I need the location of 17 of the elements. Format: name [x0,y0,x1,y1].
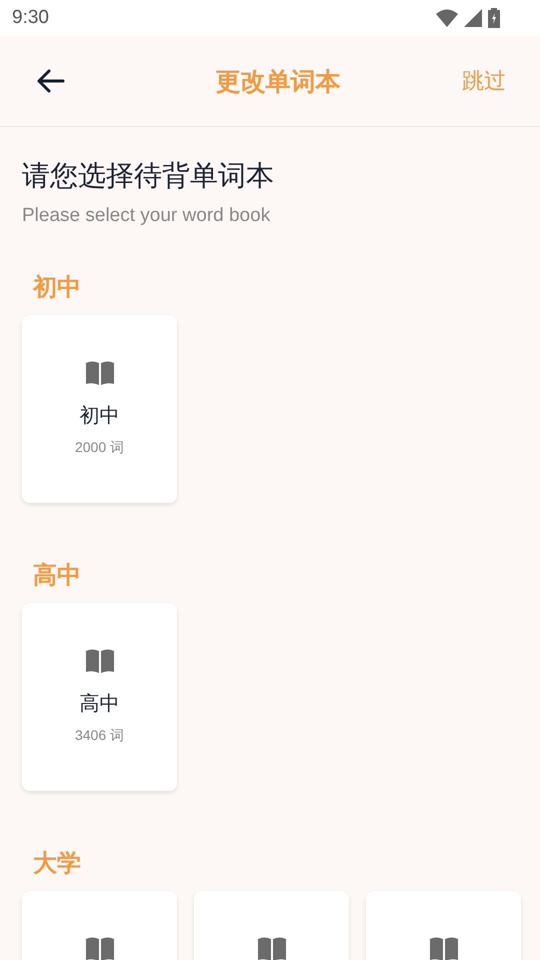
section-title: 大学 [33,849,82,879]
book-icon [256,936,286,960]
signal-icon [464,9,482,27]
word-book-card[interactable]: 初中 2000 词 [22,315,177,503]
book-icon [428,936,458,960]
prompt-subtitle: Please select your word book [22,205,272,227]
page-title: 更改单词本 [216,66,340,98]
book-icon [84,360,114,386]
section-title: 高中 [33,561,82,591]
wifi-icon [436,9,458,27]
book-icon [84,936,114,960]
prompt-title: 请您选择待背单词本 [22,159,275,193]
section-title: 初中 [33,273,82,303]
status-time: 9:30 [12,7,49,29]
word-book-card[interactable]: 高中 3406 词 [22,603,177,791]
book-icon [84,648,114,674]
battery-icon [488,8,500,28]
